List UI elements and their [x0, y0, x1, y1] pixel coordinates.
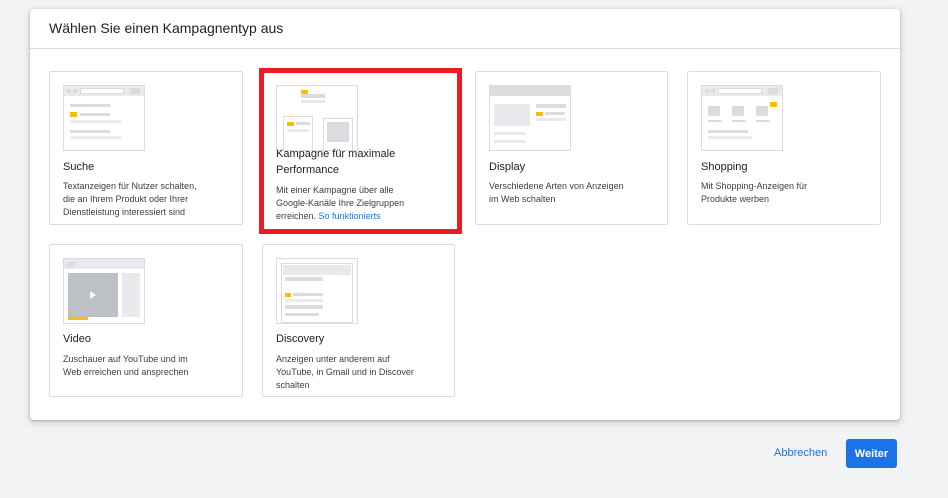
dialog-header: Wählen Sie einen Kampagnentyp aus: [30, 9, 900, 49]
display-illustration: [489, 85, 571, 151]
card-title: Display: [489, 161, 526, 173]
shopping-illustration: [701, 85, 783, 151]
selection-highlight: [259, 68, 462, 234]
video-illustration: [63, 258, 145, 324]
next-button[interactable]: Weiter: [846, 439, 897, 468]
play-icon: [90, 291, 96, 299]
card-title: Suche: [63, 161, 95, 173]
card-title: Discovery: [276, 333, 325, 345]
card-title: Video: [63, 333, 91, 345]
card-description: Textanzeigen für Nutzer schalten, die an…: [63, 181, 197, 217]
dialog-title: Wählen Sie einen Kampagnentyp aus: [49, 20, 284, 36]
card-description: Mit Shopping-Anzeigen für Produkte werbe…: [701, 181, 808, 204]
card-title: Shopping: [701, 161, 748, 173]
cancel-button[interactable]: Abbrechen: [770, 445, 831, 461]
card-description: Verschiedene Arten von Anzeigen im Web s…: [489, 181, 624, 204]
search-illustration: [63, 85, 145, 151]
discovery-illustration: [276, 258, 358, 324]
campaign-card-discovery[interactable]: Discovery Anzeigen unter anderem auf You…: [262, 244, 455, 397]
campaign-card-search[interactable]: Suche Textanzeigen für Nutzer schalten, …: [49, 71, 243, 225]
campaign-card-display[interactable]: Display Verschiedene Arten von Anzeigen …: [475, 71, 668, 225]
campaign-card-video[interactable]: Video Zuschauer auf YouTube und im Web e…: [49, 244, 243, 397]
card-description: Anzeigen unter anderem auf YouTube, in G…: [276, 354, 414, 390]
card-description: Zuschauer auf YouTube und im Web erreich…: [63, 354, 189, 377]
campaign-card-shopping[interactable]: Shopping Mit Shopping-Anzeigen für Produ…: [687, 71, 881, 225]
